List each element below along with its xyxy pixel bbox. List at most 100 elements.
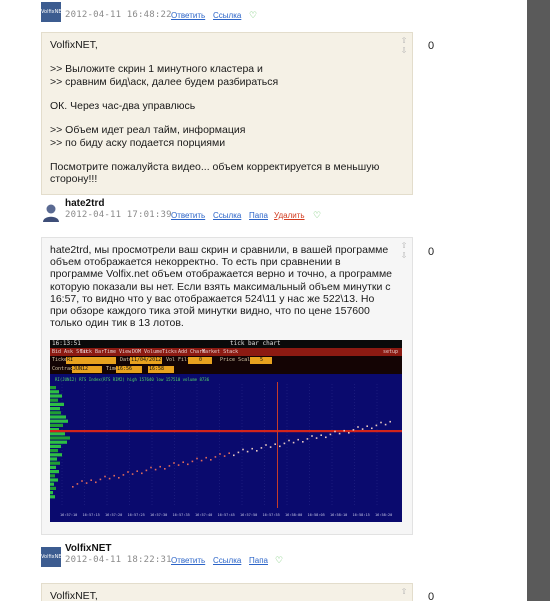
time-axis-label: 16:58:20 <box>375 513 392 517</box>
volume-profile-bar <box>50 436 70 440</box>
arrow-up-icon[interactable]: ⇧ <box>399 36 409 46</box>
contract-field[interactable]: JUN12 <box>72 366 102 373</box>
volume-profile-bar <box>50 461 60 465</box>
volume-profile-bar <box>50 482 54 486</box>
tick-point <box>302 441 304 443</box>
tick-point <box>279 445 281 448</box>
arrow-up-icon[interactable]: ⇧ <box>399 241 409 251</box>
price-level-line <box>50 430 402 433</box>
tick-point <box>154 468 157 471</box>
time-axis-label: 16:57:15 <box>83 513 100 517</box>
arrow-down-icon[interactable]: ⇩ <box>399 46 409 56</box>
volume-profile-bar <box>50 423 63 427</box>
tick-point <box>297 438 299 441</box>
parent-link[interactable]: Папа <box>249 211 268 220</box>
arrow-down-icon[interactable]: ⇩ <box>399 251 409 261</box>
tick-point <box>173 462 175 464</box>
comment-score: 0 <box>428 591 435 601</box>
time-axis-label: 16:57:20 <box>105 513 122 517</box>
time-axis-label: 16:57:35 <box>173 513 190 517</box>
comment-score: 0 <box>428 40 435 52</box>
comment-text: VolfixNET, >> Выложите скрин 1 минутного… <box>50 39 380 186</box>
tick-plot-svg: RI(JUN12) RTS Index(RTS RIM2) high 15764… <box>50 377 402 517</box>
chart-menu-item[interactable]: Time View <box>104 348 131 356</box>
ticker-field[interactable]: RI <box>66 357 116 364</box>
tick-point <box>274 443 276 445</box>
tick-point <box>150 466 152 469</box>
comment-body: VolfixNET, ⇧ <box>41 583 413 601</box>
tick-plot-area: RI(JUN12) RTS Index(RTS RIM2) high 15764… <box>50 374 402 522</box>
tick-point <box>228 452 230 454</box>
volume-profile-bar <box>50 407 60 411</box>
tick-point <box>182 461 184 463</box>
permalink-link[interactable]: Ссылка <box>213 11 241 20</box>
avatar: VolfixNET <box>41 547 61 567</box>
volume-profile-bar <box>50 453 62 457</box>
date-field[interactable]: 11/04/2012 <box>130 357 162 364</box>
parent-link[interactable]: Папа <box>249 556 268 565</box>
tick-point <box>366 425 368 427</box>
arrow-up-icon[interactable]: ⇧ <box>399 587 409 597</box>
chart-setup[interactable]: setup <box>383 348 398 356</box>
tick-point <box>118 477 120 479</box>
time-axis-label: 16:58:10 <box>330 513 347 517</box>
chart-controls-row: Ticker RI Date 11/04/2012 Vol Filter 0 P… <box>50 356 402 365</box>
price-scale-field[interactable]: 5 <box>250 357 272 364</box>
time-axis-label: 16:57:45 <box>218 513 235 517</box>
volume-profile-bar <box>50 495 55 499</box>
vol-filter-field[interactable]: 0 <box>188 357 212 364</box>
tick-point <box>375 424 378 427</box>
tick-point <box>214 456 217 458</box>
tick-point <box>283 442 286 445</box>
volume-profile-bar <box>50 432 65 436</box>
comment-author[interactable]: VolfixNET <box>65 543 111 554</box>
tick-point <box>187 463 189 466</box>
reply-link[interactable]: Ответить <box>171 11 205 20</box>
tick-point <box>76 483 79 485</box>
tick-point <box>159 465 161 468</box>
tick-point <box>329 433 332 436</box>
tick-point <box>127 471 129 473</box>
chart-menu-item[interactable]: Ticks <box>162 348 177 356</box>
time-from-field[interactable]: 16:56 <box>116 366 142 373</box>
volume-profile-bar <box>50 465 56 469</box>
comment-body: VolfixNET, >> Выложите скрин 1 минутного… <box>41 32 413 195</box>
heart-icon[interactable]: ♡ <box>249 10 257 21</box>
tick-point <box>334 430 336 433</box>
tick-point <box>384 423 387 426</box>
comment-author[interactable]: hate2trd <box>65 198 104 209</box>
tick-point <box>251 447 253 450</box>
chart-menu-item[interactable]: Tick Bar <box>80 348 104 356</box>
delete-link[interactable]: Удалить <box>274 211 305 220</box>
permalink-link[interactable]: Ссылка <box>213 211 241 220</box>
reply-link[interactable]: Ответить <box>171 556 205 565</box>
tick-point <box>141 472 143 475</box>
volume-profile-bar <box>50 440 67 444</box>
volume-profile-bar <box>50 390 59 394</box>
heart-icon[interactable]: ♡ <box>313 210 321 221</box>
volume-profile-bar <box>50 415 66 419</box>
permalink-link[interactable]: Ссылка <box>213 556 241 565</box>
time-axis-label: 16:57:25 <box>128 513 145 517</box>
chart-menu-item[interactable]: Market Stack <box>202 348 238 356</box>
tick-point <box>104 475 106 478</box>
tick-point <box>320 434 322 436</box>
tick-point <box>242 448 244 451</box>
reply-link[interactable]: Ответить <box>171 211 205 220</box>
window-edge <box>527 0 550 601</box>
tick-point <box>210 459 212 461</box>
tick-point <box>200 459 203 462</box>
trading-chart-screenshot: 16:13:51 tick bar chart Bid Ask Stat Tic… <box>50 340 402 522</box>
heart-icon[interactable]: ♡ <box>275 555 283 566</box>
tick-point <box>361 428 364 430</box>
chart-title: tick bar chart <box>230 340 281 347</box>
time-to-field[interactable]: 16:58 <box>148 366 174 373</box>
tick-point <box>288 439 290 442</box>
comment-date: 2012-04-11 18:22:31 <box>65 555 172 565</box>
tick-point <box>168 465 171 467</box>
time-axis-label: 16:57:55 <box>263 513 280 517</box>
tick-point <box>99 478 102 481</box>
chart-menu-item[interactable]: DOM Volume <box>132 348 162 356</box>
tick-point <box>219 453 221 455</box>
tick-point <box>95 481 97 484</box>
